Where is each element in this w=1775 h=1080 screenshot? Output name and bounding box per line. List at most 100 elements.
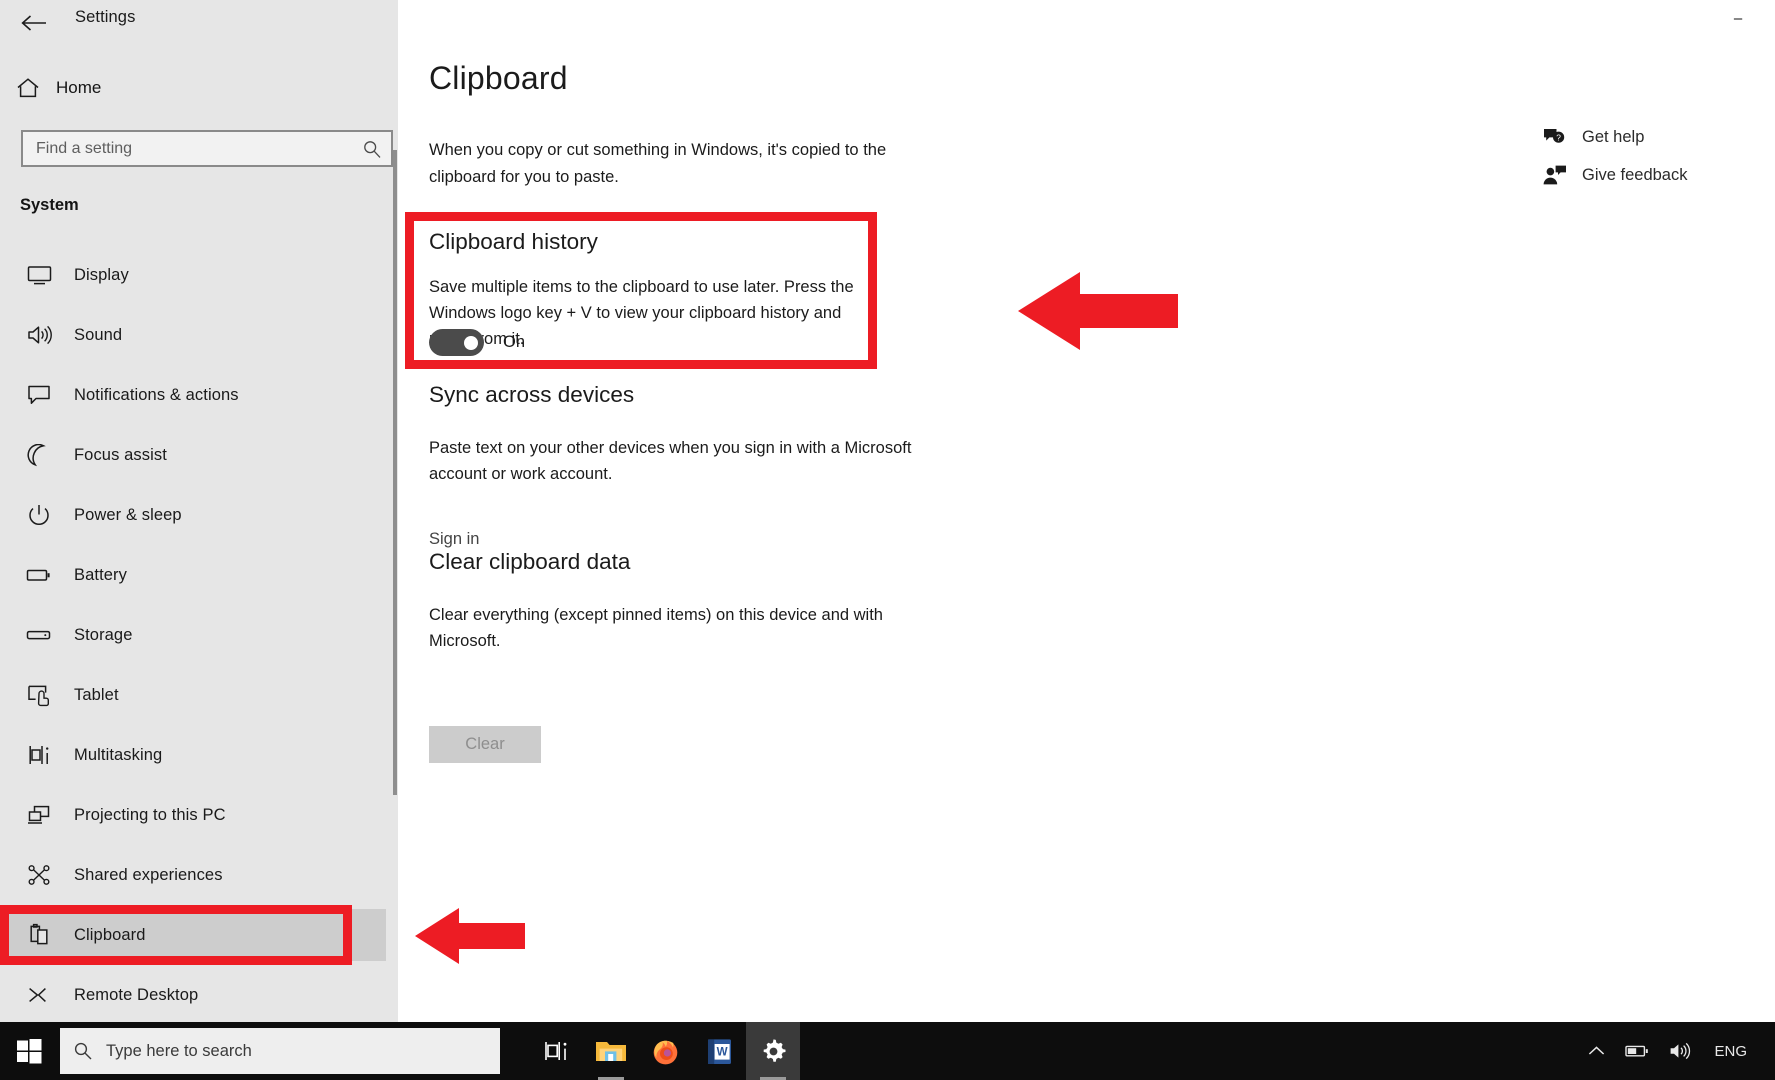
search-icon — [353, 139, 391, 159]
tablet-touch-icon — [20, 684, 58, 707]
feedback-person-icon — [1542, 164, 1582, 186]
tray-battery-button[interactable] — [1615, 1044, 1659, 1058]
settings-window: Settings Home — [0, 0, 1775, 1022]
settings-window-screenshot: Settings Home — [0, 0, 1775, 1080]
sidebar-item-label: Clipboard — [74, 926, 146, 945]
sidebar-item-label: Shared experiences — [74, 866, 223, 885]
share-nodes-icon — [20, 864, 58, 886]
sidebar-item-multitasking[interactable]: Multitasking — [0, 725, 398, 785]
moon-icon — [20, 444, 58, 467]
sidebar-item-notifications[interactable]: Notifications & actions — [0, 365, 398, 425]
word-button[interactable]: W — [692, 1022, 746, 1080]
sidebar-item-sound[interactable]: Sound — [0, 305, 398, 365]
sync-section-description: Paste text on your other devices when yo… — [429, 435, 919, 487]
sidebar-item-tablet[interactable]: Tablet — [0, 665, 398, 725]
firefox-button[interactable] — [638, 1022, 692, 1080]
windows-logo-icon — [17, 1039, 42, 1064]
sidebar-item-label: Display — [74, 266, 129, 285]
search-box[interactable] — [21, 130, 393, 167]
sidebar-item-label: Storage — [74, 626, 133, 645]
sidebar-item-shared-experiences[interactable]: Shared experiences — [0, 845, 398, 905]
give-feedback-label: Give feedback — [1582, 166, 1687, 185]
clipboard-history-toggle-state: On — [503, 333, 525, 352]
svg-text:W: W — [716, 1045, 727, 1058]
settings-gear-icon — [760, 1038, 787, 1065]
sidebar-item-battery[interactable]: Battery — [0, 545, 398, 605]
drive-icon — [20, 627, 58, 643]
clipboard-history-toggle[interactable] — [429, 329, 484, 356]
sidebar-item-focus-assist[interactable]: Focus assist — [0, 425, 398, 485]
settings-button[interactable] — [746, 1022, 800, 1080]
sign-in-link[interactable]: Sign in — [429, 530, 479, 549]
get-help-link[interactable]: ? Get help — [1542, 118, 1742, 156]
search-icon — [60, 1041, 106, 1061]
tray-language-button[interactable]: ENG — [1702, 1043, 1759, 1060]
clear-button[interactable]: Clear — [429, 726, 541, 763]
give-feedback-link[interactable]: Give feedback — [1542, 156, 1742, 194]
back-button[interactable] — [12, 2, 56, 44]
speaker-icon — [20, 324, 58, 346]
help-bubble-icon: ? — [1542, 126, 1582, 148]
get-help-label: Get help — [1582, 128, 1644, 147]
tray-volume-button[interactable] — [1659, 1042, 1702, 1060]
sidebar-item-label: Notifications & actions — [74, 386, 239, 405]
sidebar-section-label: System — [20, 196, 79, 215]
sidebar-item-selected-fill — [8, 909, 386, 961]
task-view-icon — [544, 1039, 570, 1063]
arrow-clipboard-history — [1018, 272, 1178, 350]
settings-sidebar: Settings Home — [0, 0, 398, 1022]
sidebar-nav-list: Display Sound — [0, 245, 398, 1025]
clipboard-history-section: Clipboard history Save multiple items to… — [405, 212, 877, 369]
clipboard-icon — [20, 923, 58, 947]
sidebar-item-display[interactable]: Display — [0, 245, 398, 305]
clear-section-title: Clear clipboard data — [429, 549, 630, 575]
chevron-up-icon — [1588, 1045, 1605, 1057]
start-button[interactable] — [0, 1022, 58, 1080]
task-view-button[interactable] — [530, 1022, 584, 1080]
settings-content: – Clipboard When you copy or cut somethi… — [398, 0, 1775, 1022]
battery-icon — [1625, 1044, 1649, 1058]
battery-icon — [20, 566, 58, 584]
clear-section-description: Clear everything (except pinned items) o… — [429, 602, 899, 654]
sidebar-item-label: Remote Desktop — [74, 986, 198, 1005]
page-description: When you copy or cut something in Window… — [429, 137, 899, 191]
file-explorer-icon — [595, 1038, 627, 1064]
word-icon: W — [706, 1037, 733, 1066]
help-links-panel: ? Get help Give feedback — [1542, 118, 1742, 194]
toggle-knob — [464, 336, 478, 350]
svg-text:?: ? — [1556, 133, 1561, 143]
back-arrow-icon — [21, 14, 47, 32]
sidebar-item-power-sleep[interactable]: Power & sleep — [0, 485, 398, 545]
page-title: Clipboard — [429, 60, 568, 97]
sidebar-item-storage[interactable]: Storage — [0, 605, 398, 665]
sidebar-item-home-label: Home — [56, 78, 101, 98]
sidebar-item-remote-desktop[interactable]: Remote Desktop — [0, 965, 398, 1025]
taskbar-search-placeholder: Type here to search — [106, 1042, 252, 1061]
sidebar-item-label: Projecting to this PC — [74, 806, 226, 825]
volume-icon — [1669, 1042, 1692, 1060]
sidebar-item-projecting[interactable]: Projecting to this PC — [0, 785, 398, 845]
monitor-icon — [20, 265, 58, 286]
sidebar-item-label: Sound — [74, 326, 122, 345]
remote-desktop-icon — [20, 984, 58, 1006]
chat-bubble-icon — [20, 384, 58, 406]
project-screen-icon — [20, 804, 58, 826]
clipboard-history-title: Clipboard history — [429, 229, 598, 255]
sidebar-scrollbar[interactable] — [393, 150, 397, 795]
taskbar-search-box[interactable]: Type here to search — [60, 1028, 500, 1074]
sidebar-item-home[interactable]: Home — [0, 66, 398, 110]
tray-chevron-button[interactable] — [1578, 1045, 1615, 1057]
minimize-button[interactable]: – — [1723, 8, 1753, 28]
home-icon — [0, 77, 56, 99]
clipboard-history-toggle-row: On — [429, 329, 525, 356]
sidebar-item-label: Power & sleep — [74, 506, 182, 525]
sidebar-item-label: Multitasking — [74, 746, 162, 765]
sidebar-item-label: Focus assist — [74, 446, 167, 465]
system-tray: ENG — [1578, 1022, 1775, 1080]
search-input[interactable] — [23, 140, 353, 158]
sidebar-item-label: Tablet — [74, 686, 119, 705]
taskbar: Type here to search — [0, 1022, 1775, 1080]
file-explorer-button[interactable] — [584, 1022, 638, 1080]
sidebar-item-clipboard[interactable]: Clipboard — [0, 905, 398, 965]
arrow-clipboard-nav — [415, 908, 525, 964]
